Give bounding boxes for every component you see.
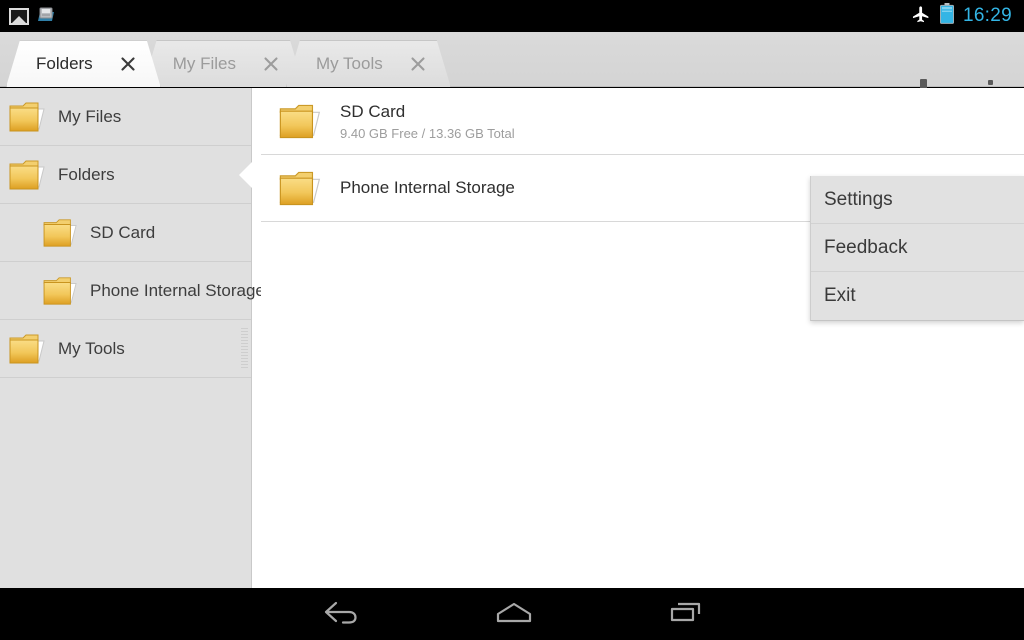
- content-area: My Files: [0, 88, 1024, 588]
- row-text: Phone Internal Storage: [340, 177, 515, 198]
- android-nav-bar: [0, 588, 1024, 640]
- folder-icon: [8, 158, 48, 192]
- status-notification-icons: [0, 6, 56, 26]
- tab-label: My Files: [173, 54, 236, 74]
- folder-icon: [8, 332, 48, 366]
- app-window: 16:29 Folders My Files: [0, 0, 1024, 640]
- nav-recents-button[interactable]: [626, 599, 746, 630]
- sidebar-item-folders[interactable]: Folders: [0, 146, 251, 204]
- folder-icon: [8, 100, 48, 134]
- menu-item-exit[interactable]: Exit: [811, 272, 1024, 320]
- sidebar-item-sd-card[interactable]: SD Card: [0, 204, 251, 262]
- row-title: SD Card: [340, 101, 515, 122]
- nav-home-button[interactable]: [454, 599, 574, 630]
- tab-my-files[interactable]: My Files: [143, 40, 304, 87]
- tab-bar: Folders My Files My Tools: [0, 32, 1024, 87]
- airplane-mode-icon: [910, 3, 931, 29]
- sidebar-item-label: SD Card: [90, 223, 155, 243]
- status-system-icons: 16:29: [910, 3, 1024, 29]
- status-clock: 16:29: [963, 5, 1012, 27]
- sidebar-scrollbar-handle[interactable]: [241, 328, 248, 368]
- folder-icon: [278, 102, 324, 141]
- menu-item-label: Exit: [824, 285, 856, 307]
- folder-icon: [42, 217, 80, 249]
- home-icon: [493, 599, 535, 630]
- tab-label: Folders: [36, 54, 93, 74]
- menu-item-feedback[interactable]: Feedback: [811, 224, 1024, 272]
- sidebar-item-label: Phone Internal Storage: [90, 281, 265, 301]
- tab-label: My Tools: [316, 54, 383, 74]
- battery-icon: [940, 3, 954, 29]
- file-list: SD Card 9.40 GB Free / 13.36 GB Total: [261, 88, 1024, 588]
- back-arrow-icon: [322, 599, 362, 630]
- sidebar-item-label: My Files: [58, 107, 121, 127]
- recents-icon: [668, 599, 704, 630]
- sidebar-item-my-tools[interactable]: My Tools: [0, 320, 251, 378]
- sidebar: My Files: [0, 88, 252, 588]
- sidebar-item-label: Folders: [58, 165, 115, 185]
- menu-item-label: Settings: [824, 189, 893, 211]
- overflow-menu: Settings Feedback Exit: [810, 176, 1024, 321]
- folder-icon: [278, 169, 324, 208]
- menu-item-settings[interactable]: Settings: [811, 176, 1024, 224]
- row-title: Phone Internal Storage: [340, 177, 515, 198]
- tab-strip: Folders My Files My Tools: [6, 40, 433, 87]
- row-text: SD Card 9.40 GB Free / 13.36 GB Total: [340, 101, 515, 140]
- table-row[interactable]: SD Card 9.40 GB Free / 13.36 GB Total: [261, 88, 1024, 155]
- sidebar-item-label: My Tools: [58, 339, 125, 359]
- close-icon[interactable]: [409, 55, 427, 73]
- row-subtitle: 9.40 GB Free / 13.36 GB Total: [340, 126, 515, 141]
- nav-back-button[interactable]: [282, 599, 402, 630]
- sidebar-item-phone-internal-storage[interactable]: Phone Internal Storage: [0, 262, 251, 320]
- close-icon[interactable]: [119, 55, 137, 73]
- save-sdcard-icon: [36, 6, 56, 26]
- menu-item-label: Feedback: [824, 237, 907, 259]
- close-icon[interactable]: [262, 55, 280, 73]
- photo-icon: [9, 8, 29, 25]
- tab-my-tools[interactable]: My Tools: [286, 40, 451, 87]
- sidebar-item-my-files[interactable]: My Files: [0, 88, 251, 146]
- tab-folders[interactable]: Folders: [6, 40, 161, 87]
- android-status-bar: 16:29: [0, 0, 1024, 32]
- folder-icon: [42, 275, 80, 307]
